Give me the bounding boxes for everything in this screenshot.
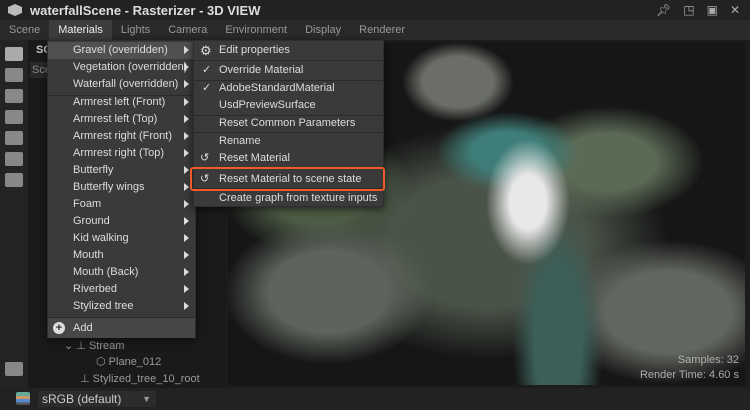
mesh-icon: ⬡ — [96, 356, 106, 368]
override-material-item[interactable]: ✓ Override Material — [194, 62, 383, 79]
camera-icon[interactable] — [5, 47, 23, 61]
stamp-icon[interactable] — [5, 152, 23, 166]
plus-circle-icon: + — [53, 322, 65, 334]
materials-menu: Gravel (overridden) Vegetation (overridd… — [47, 40, 196, 338]
submenu-arrow-icon — [184, 115, 189, 123]
menu-separator — [194, 60, 383, 61]
menu-item[interactable]: Riverbed — [48, 281, 195, 298]
menu-item[interactable]: Stylized tree — [48, 298, 195, 315]
submenu-arrow-icon — [184, 251, 189, 259]
checkmark-icon: ✓ — [202, 64, 212, 76]
hierarchy-icon[interactable] — [5, 362, 23, 376]
tree-item-stylized-tree[interactable]: ⊥ Stylized_tree_10_root — [80, 371, 200, 388]
menu-item[interactable]: Armrest left (Front) — [48, 94, 195, 111]
menu-item[interactable]: Armrest right (Front) — [48, 128, 195, 145]
menu-item[interactable]: Waterfall (overridden) — [48, 76, 195, 93]
submenu-arrow-icon — [184, 46, 189, 54]
samples-readout: Samples: 32 — [677, 354, 739, 366]
highlight-box — [190, 167, 385, 191]
maximize-icon[interactable]: ▣ — [707, 3, 718, 17]
rename-item[interactable]: Rename — [194, 133, 383, 150]
submenu-arrow-icon — [184, 234, 189, 242]
menu-item[interactable]: Gravel (overridden) — [48, 42, 195, 59]
submenu-arrow-icon — [184, 63, 189, 71]
menu-environment[interactable]: Environment — [216, 20, 296, 40]
submenu-arrow-icon — [184, 166, 189, 174]
locator-icon: ⊥ — [80, 373, 90, 385]
checkmark-icon: ✓ — [202, 82, 212, 94]
tree-item-plane[interactable]: ⬡ Plane_012 — [96, 354, 161, 371]
menu-item[interactable]: Mouth — [48, 247, 195, 264]
left-toolbar — [0, 40, 28, 388]
title-bar: waterfallScene - Rasterizer - 3D VIEW 📌︎… — [0, 0, 750, 20]
submenu-arrow-icon — [184, 132, 189, 140]
select-arrow-icon[interactable] — [5, 89, 23, 103]
menu-scene[interactable]: Scene — [0, 20, 49, 40]
materials-icon[interactable] — [5, 131, 23, 145]
render-time-readout: Render Time: 4.60 s — [639, 369, 739, 381]
reset-icon: ↺ — [200, 152, 210, 164]
add-material-button[interactable]: + Add — [48, 318, 195, 338]
create-graph-item[interactable]: Create graph from texture inputs — [194, 190, 383, 207]
app-logo-icon — [8, 4, 22, 16]
menu-renderer[interactable]: Renderer — [350, 20, 414, 40]
layers-icon[interactable] — [16, 392, 30, 405]
expand-chevron-icon[interactable]: ⌄ — [64, 340, 73, 352]
menu-item[interactable]: Kid walking — [48, 230, 195, 247]
light-icon[interactable] — [5, 68, 23, 82]
submenu-arrow-icon — [184, 80, 189, 88]
pin-icon[interactable]: 📌︎ — [656, 3, 671, 17]
bottom-bar: sRGB (default) ▼ — [0, 388, 750, 410]
menu-item[interactable]: Butterfly wings — [48, 179, 195, 196]
close-icon[interactable]: ✕ — [730, 3, 740, 17]
menu-lights[interactable]: Lights — [112, 20, 159, 40]
chevron-down-icon: ▼ — [142, 394, 151, 404]
restore-icon[interactable]: ◳ — [683, 3, 694, 17]
submenu-arrow-icon — [184, 200, 189, 208]
menu-materials[interactable]: Materials — [49, 20, 112, 40]
environment-icon[interactable] — [5, 110, 23, 124]
menu-item[interactable]: Ground — [48, 213, 195, 230]
submenu-arrow-icon — [184, 302, 189, 310]
submenu-arrow-icon — [184, 217, 189, 225]
reset-material-item[interactable]: ↺ Reset Material — [194, 150, 383, 167]
edit-properties-item[interactable]: ⚙ Edit properties — [194, 42, 383, 59]
menu-item[interactable]: Vegetation (overridden) — [48, 59, 195, 76]
submenu-arrow-icon — [184, 183, 189, 191]
submenu-arrow-icon — [184, 268, 189, 276]
menu-display[interactable]: Display — [296, 20, 350, 40]
submenu-arrow-icon — [184, 149, 189, 157]
window-title: waterfallScene - Rasterizer - 3D VIEW — [30, 2, 261, 18]
tree-item-stream[interactable]: ⌄ ⊥ Stream — [64, 338, 124, 355]
usd-preview-surface-item[interactable]: UsdPreviewSurface — [194, 97, 383, 114]
gear-icon: ⚙ — [200, 43, 212, 58]
submenu-arrow-icon — [184, 285, 189, 293]
render-icon[interactable] — [5, 173, 23, 187]
menu-bar: Scene Materials Lights Camera Environmen… — [0, 20, 750, 40]
locator-icon: ⊥ — [76, 340, 86, 352]
menu-camera[interactable]: Camera — [159, 20, 216, 40]
colorspace-select[interactable]: sRGB (default) ▼ — [38, 391, 156, 407]
menu-item[interactable]: Armrest right (Top) — [48, 145, 195, 162]
submenu-arrow-icon — [184, 98, 189, 106]
menu-item[interactable]: Armrest left (Top) — [48, 111, 195, 128]
menu-item[interactable]: Butterfly — [48, 162, 195, 179]
menu-item[interactable]: Mouth (Back) — [48, 264, 195, 281]
menu-item[interactable]: Foam — [48, 196, 195, 213]
reset-common-parameters-item[interactable]: Reset Common Parameters — [194, 115, 383, 132]
adobe-standard-material-item[interactable]: ✓ AdobeStandardMaterial — [194, 80, 383, 97]
